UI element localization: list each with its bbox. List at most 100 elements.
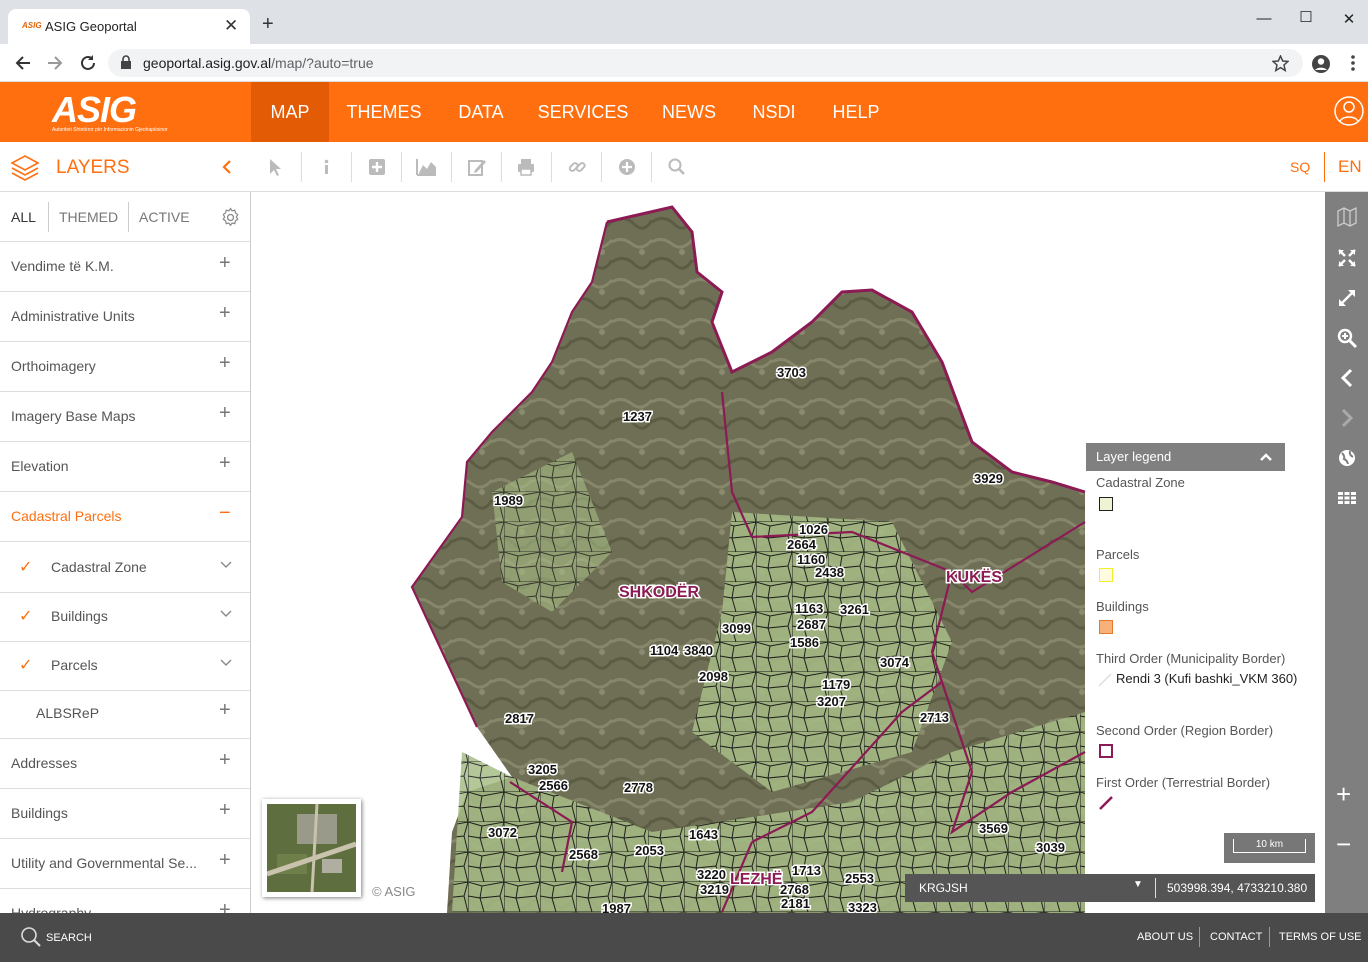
info-icon[interactable]: [317, 157, 337, 177]
menu-data[interactable]: DATA: [450, 82, 512, 142]
grid-icon[interactable]: [1336, 487, 1358, 509]
layer-group-addresses[interactable]: Addresses +: [0, 739, 250, 789]
crs-select[interactable]: KRGJSH: [919, 881, 968, 895]
overview-map[interactable]: [262, 799, 361, 897]
collapse-sidebar-icon[interactable]: [221, 160, 233, 174]
zoom-in-button[interactable]: +: [1336, 781, 1351, 807]
expand-icon[interactable]: +: [219, 452, 231, 475]
legend-symbol-parcels: [1099, 568, 1113, 582]
coordinate-readout: KRGJSH ▼ 503998.394, 4733210.380: [905, 874, 1315, 902]
expand-icon[interactable]: +: [219, 302, 231, 325]
menu-themes[interactable]: THEMES: [338, 82, 430, 142]
layer-group-buildings[interactable]: Buildings +: [0, 789, 250, 839]
forward-icon[interactable]: [46, 54, 64, 72]
tab-themed[interactable]: THEMED: [59, 209, 118, 225]
close-tab-icon[interactable]: ✕: [224, 16, 238, 36]
settings-gear-icon[interactable]: [220, 207, 241, 228]
back-icon[interactable]: [14, 54, 32, 72]
tab-all[interactable]: ALL: [11, 209, 36, 225]
layer-group-utility[interactable]: Utility and Governmental Se... +: [0, 839, 250, 889]
zoom-out-button[interactable]: −: [1336, 831, 1351, 857]
expand-icon[interactable]: +: [219, 402, 231, 425]
new-tab-icon[interactable]: +: [262, 14, 274, 34]
menu-help[interactable]: HELP: [825, 82, 887, 142]
add-icon[interactable]: [367, 157, 387, 177]
chevron-down-icon[interactable]: [219, 658, 233, 668]
tab-active[interactable]: ACTIVE: [139, 209, 190, 225]
layer-group-orthoimagery[interactable]: Orthoimagery +: [0, 342, 250, 392]
url-bar[interactable]: geoportal.asig.gov.al/map/?auto=true: [108, 49, 1303, 77]
expand-icon[interactable]: +: [219, 799, 231, 822]
basemap-icon[interactable]: [1336, 206, 1358, 228]
print-icon[interactable]: [516, 157, 536, 177]
plus-circle-icon[interactable]: [617, 157, 637, 177]
dropdown-arrow-icon[interactable]: ▼: [1133, 879, 1143, 890]
checkmark-icon[interactable]: ✓: [19, 557, 32, 577]
layer-cadastral-zone[interactable]: ✓ Cadastral Zone: [0, 543, 250, 593]
reload-icon[interactable]: [79, 54, 97, 72]
asig-logo[interactable]: ASIG Autoriteti Shtetëror për Informacio…: [52, 89, 168, 135]
menu-map[interactable]: MAP: [251, 82, 329, 142]
expand-icon[interactable]: +: [219, 252, 231, 275]
map-copyright: © ASIG: [372, 884, 416, 899]
globe-icon[interactable]: [1336, 447, 1358, 469]
legend-header[interactable]: Layer legend: [1086, 443, 1285, 471]
layer-group-cadastral-parcels[interactable]: Cadastral Parcels −: [0, 492, 250, 542]
parcel-label: 2181: [781, 896, 810, 911]
layer-group-imagery-base-maps[interactable]: Imagery Base Maps +: [0, 392, 250, 442]
search-icon[interactable]: [20, 926, 42, 948]
menu-nsdi[interactable]: NSDI: [744, 82, 804, 142]
window-close-icon[interactable]: ✕: [1337, 10, 1361, 28]
footer-terms-of-use[interactable]: TERMS OF USE: [1279, 931, 1362, 943]
chevron-down-icon[interactable]: [219, 609, 233, 619]
bookmark-star-icon[interactable]: [1272, 55, 1289, 72]
layer-group-hydrography[interactable]: Hydrography +: [0, 889, 250, 913]
chevron-up-icon[interactable]: [1259, 452, 1273, 462]
layer-group-elevation[interactable]: Elevation +: [0, 442, 250, 492]
footer-contact[interactable]: CONTACT: [1210, 931, 1262, 943]
region-label-lezhe: LEZHË: [730, 870, 783, 888]
favicon: ASIG: [22, 21, 42, 30]
layer-group-vendime[interactable]: Vendime të K.M. +: [0, 242, 250, 292]
browser-tab[interactable]: ASIG ASIG Geoportal ✕: [8, 9, 250, 44]
expand-icon[interactable]: +: [219, 352, 231, 375]
language-sq[interactable]: SQ: [1290, 159, 1310, 175]
expand-icon[interactable]: +: [219, 899, 231, 913]
edit-icon[interactable]: [467, 157, 487, 177]
parcel-label: 2053: [635, 843, 664, 858]
region-label-shkoder: SHKODËR: [619, 583, 699, 601]
profile-icon[interactable]: [1311, 54, 1331, 74]
chart-icon[interactable]: [416, 157, 436, 177]
link-icon[interactable]: [567, 157, 587, 177]
legend-label: Second Order (Region Border): [1096, 723, 1274, 738]
next-extent-icon[interactable]: [1336, 407, 1358, 429]
select-icon[interactable]: [266, 157, 286, 177]
fullscreen-icon[interactable]: [1336, 287, 1358, 309]
layer-buildings[interactable]: ✓ Buildings: [0, 592, 250, 642]
expand-icon[interactable]: +: [219, 749, 231, 772]
maximize-icon[interactable]: ☐: [1294, 8, 1318, 26]
layer-parcels[interactable]: ✓ Parcels: [0, 641, 250, 691]
footer-about-us[interactable]: ABOUT US: [1137, 931, 1193, 943]
checkmark-icon[interactable]: ✓: [19, 606, 32, 626]
previous-extent-icon[interactable]: [1336, 367, 1358, 389]
search-icon[interactable]: [667, 157, 687, 177]
language-en[interactable]: EN: [1338, 157, 1362, 177]
kebab-menu-icon[interactable]: [1350, 54, 1356, 72]
menu-services[interactable]: SERVICES: [533, 82, 633, 142]
expand-icon[interactable]: +: [219, 849, 231, 872]
collapse-icon[interactable]: −: [219, 502, 231, 525]
layers-sidebar: ALL THEMED ACTIVE Vendime të K.M. + Admin…: [0, 192, 251, 913]
chevron-down-icon[interactable]: [219, 560, 233, 570]
layer-group-administrative-units[interactable]: Administrative Units +: [0, 292, 250, 342]
zoom-box-icon[interactable]: [1336, 327, 1358, 349]
layer-group-albsrep[interactable]: ALBSReP +: [0, 689, 250, 739]
menu-news[interactable]: NEWS: [655, 82, 723, 142]
user-icon[interactable]: [1334, 96, 1364, 126]
footer-search[interactable]: SEARCH: [46, 932, 92, 944]
full-extent-icon[interactable]: [1336, 247, 1358, 269]
expand-icon[interactable]: +: [219, 699, 231, 722]
minimize-icon[interactable]: —: [1252, 10, 1276, 28]
checkmark-icon[interactable]: ✓: [19, 655, 32, 675]
layer-filter-tabs: ALL THEMED ACTIVE: [0, 192, 250, 242]
